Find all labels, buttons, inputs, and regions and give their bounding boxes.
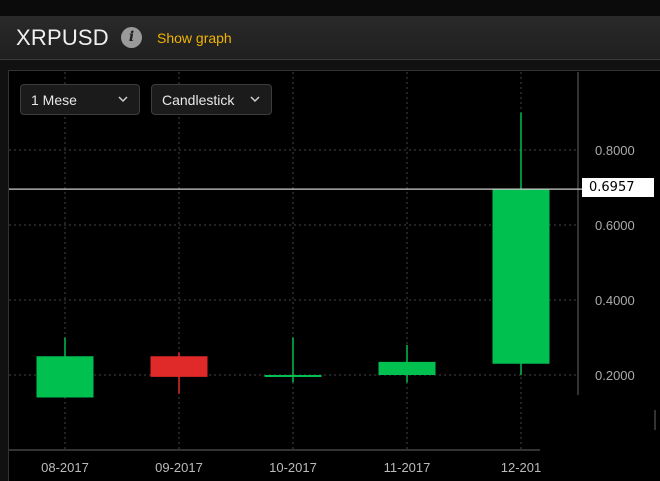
y-tick-label: 0.6000 — [595, 218, 635, 233]
chevron-down-icon — [116, 92, 130, 111]
candlestick-chart: 0.2000 0.4000 0.6000 0.8000 08-2017 09-2017 10… — [9, 72, 656, 475]
candle-body — [150, 356, 208, 377]
candle-body — [36, 356, 94, 398]
candle — [264, 337, 322, 383]
chart-type-dropdown[interactable]: Candlestick — [151, 84, 272, 115]
x-tick-label: 09-2017 — [155, 460, 203, 475]
candle-body — [378, 361, 436, 375]
chevron-down-icon — [248, 92, 262, 111]
x-tick-label: 12-201 — [501, 460, 541, 475]
candle-body — [264, 375, 322, 377]
chart-type-dropdown-label: Candlestick — [162, 92, 235, 108]
candle-body — [492, 189, 550, 364]
candle — [492, 112, 550, 375]
axis-layer: 0.2000 0.4000 0.6000 0.8000 08-2017 09-2017 10… — [9, 72, 656, 475]
current-price-label: 0.6957 — [582, 178, 654, 197]
y-tick-label: 0.2000 — [595, 368, 635, 383]
x-tick-label: 08-2017 — [41, 460, 89, 475]
period-dropdown[interactable]: 1 Mese — [20, 84, 140, 115]
candle — [36, 337, 94, 398]
x-tick-label: 11-2017 — [384, 460, 431, 475]
candle — [150, 352, 208, 394]
candle-layer — [36, 112, 550, 398]
period-dropdown-label: 1 Mese — [31, 92, 77, 108]
candle — [378, 345, 436, 383]
y-tick-label: 0.4000 — [595, 293, 635, 308]
x-tick-label: 10-2017 — [269, 460, 317, 475]
y-tick-label: 0.8000 — [595, 143, 635, 158]
